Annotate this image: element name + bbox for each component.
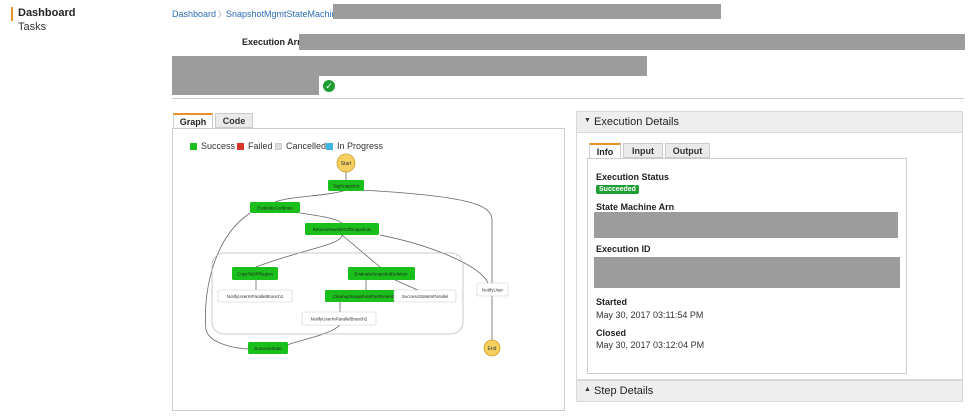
execution-id-label: Execution ID bbox=[596, 244, 651, 254]
redacted-state-machine-name bbox=[333, 4, 721, 19]
active-nav-indicator bbox=[11, 7, 13, 21]
node-eval-deletion-label: EvaluateSnapshotDeletion bbox=[354, 272, 408, 277]
nav-dashboard-link[interactable]: Dashboard bbox=[18, 7, 75, 19]
end-node-label: End bbox=[488, 346, 497, 352]
node-tag-snapshot-label: TagSnapshot bbox=[333, 184, 360, 189]
breadcrumb-dashboard-link[interactable]: Dashboard bbox=[172, 9, 216, 19]
redacted-execution-title-line1 bbox=[172, 56, 647, 76]
chevron-down-icon: ▼ bbox=[584, 117, 591, 124]
start-node-label: Start bbox=[341, 161, 352, 167]
nav-tasks-link[interactable]: Tasks bbox=[18, 21, 46, 33]
step-details-header[interactable]: ▲ Step Details bbox=[576, 380, 963, 402]
started-value: May 30, 2017 03:11:54 PM bbox=[596, 310, 704, 320]
node-success-state-label: SuccessState bbox=[254, 346, 282, 351]
started-label: Started bbox=[596, 297, 628, 307]
status-badge: Succeeded bbox=[596, 185, 639, 194]
redacted-execution-title-line2 bbox=[172, 76, 319, 95]
node-retrieve-label: RetrieveNumberOfSnapshots bbox=[313, 227, 373, 232]
execution-details-title: Execution Details bbox=[594, 116, 679, 128]
chevron-up-icon: ▲ bbox=[584, 386, 591, 393]
node-copy-label: CopyToDRRegion bbox=[237, 272, 274, 277]
state-machine-graph: Start TagSnapshot EvaluateContinue Retri… bbox=[205, 153, 509, 357]
success-check-icon: ✓ bbox=[323, 80, 335, 92]
closed-label: Closed bbox=[596, 328, 627, 338]
node-evaluate-continue-label: EvaluateContinue bbox=[257, 206, 293, 211]
tab-code[interactable]: Code bbox=[215, 113, 253, 128]
closed-value: May 30, 2017 03:12:04 PM bbox=[596, 340, 705, 350]
node-notify1-label: NotifyUserInParallelBranch1 bbox=[227, 294, 284, 299]
execution-status-label: Execution Status bbox=[596, 172, 670, 182]
breadcrumb-separator: 〉 bbox=[218, 10, 226, 19]
redacted-execution-arn bbox=[299, 34, 965, 50]
tab-graph[interactable]: Graph bbox=[173, 113, 213, 128]
tab-input[interactable]: Input bbox=[623, 143, 663, 158]
redacted-execution-id bbox=[594, 257, 900, 288]
breadcrumb-state-machine-link[interactable]: SnapshotMgmtStateMachine- bbox=[226, 9, 345, 19]
node-success-parallel-label: SuccessStateInParallel bbox=[402, 294, 448, 299]
state-machine-arn-label: State Machine Arn bbox=[596, 202, 675, 212]
node-cleanup-label: CleanupSnapshotsPastRetention bbox=[333, 294, 400, 299]
execution-details-header[interactable]: ▼ Execution Details bbox=[576, 111, 963, 133]
execution-arn-label: Execution Arn: bbox=[242, 37, 306, 47]
divider bbox=[172, 98, 964, 99]
tab-info[interactable]: Info bbox=[589, 143, 621, 158]
tab-output[interactable]: Output bbox=[665, 143, 710, 158]
node-notify2-label: NotifyUserInParallelBranch2 bbox=[311, 317, 368, 322]
redacted-state-machine-arn bbox=[594, 212, 898, 238]
node-notify-user-label: NotifyUser bbox=[482, 288, 504, 293]
step-details-title: Step Details bbox=[594, 385, 654, 397]
